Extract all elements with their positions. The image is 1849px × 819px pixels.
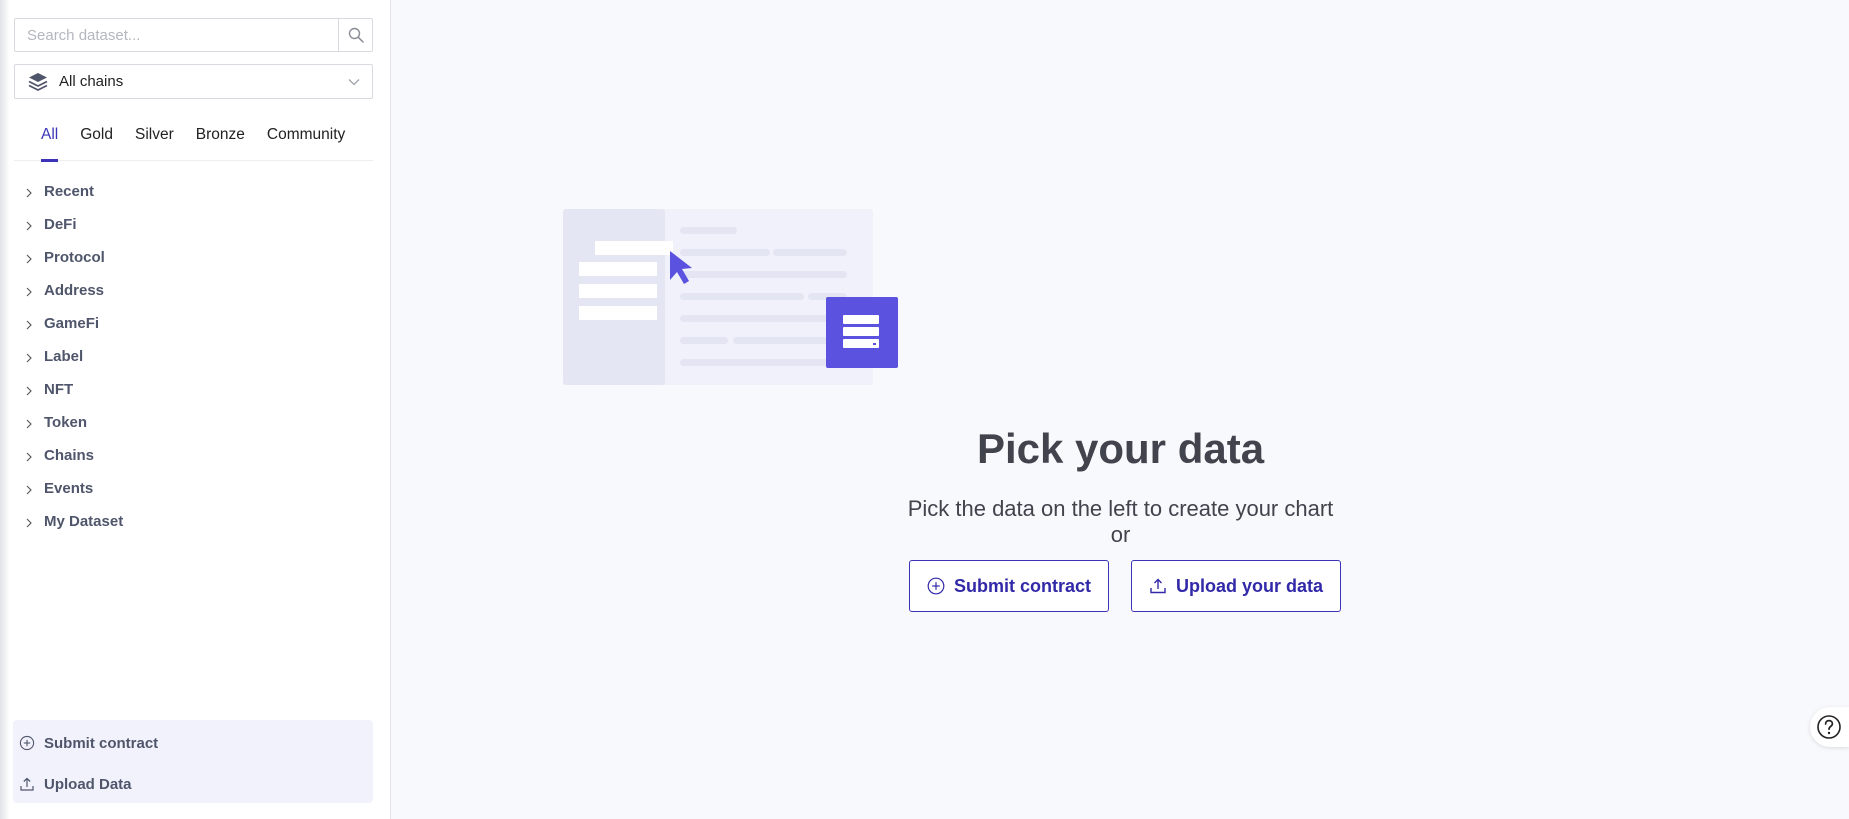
empty-state-title: Pick your data	[976, 425, 1265, 472]
tab-bronze[interactable]: Bronze	[196, 118, 245, 161]
tree-item-label: NFT	[44, 381, 74, 398]
tree-item-label: My Dataset	[44, 513, 124, 530]
tree-item-label: Address	[44, 282, 105, 299]
help-button[interactable]	[1810, 707, 1849, 747]
search-icon	[348, 27, 364, 43]
tab-all[interactable]: All	[41, 118, 59, 162]
chevron-right-icon	[14, 284, 44, 297]
tree-item-label: GameFi	[44, 315, 100, 332]
chevron-right-icon	[14, 317, 44, 330]
chevron-right-icon	[14, 416, 44, 429]
tree-item-recent[interactable]: Recent	[14, 175, 373, 208]
chevron-right-icon	[14, 383, 44, 396]
tree-item-label: DeFi	[44, 216, 77, 233]
tree-item-events[interactable]: Events	[14, 472, 373, 505]
tree-item-my-dataset[interactable]: My Dataset	[14, 505, 373, 538]
dataset-sidebar: All chains All Gold Silver Bronze Commun…	[0, 0, 391, 819]
submit-contract-button[interactable]: Submit contract	[909, 560, 1110, 612]
empty-state-actions: Submit contract Upload your data	[909, 560, 1363, 612]
submit-contract-label: Submit contract	[954, 575, 1092, 596]
sidebar-submit-contract-label: Submit contract	[44, 734, 159, 752]
tree-item-chains[interactable]: Chains	[14, 439, 373, 472]
tree-item-label: Protocol	[44, 249, 105, 266]
tree-item-label: Chains	[44, 447, 95, 464]
sidebar-upload-data-button[interactable]: Upload Data	[13, 766, 373, 802]
sidebar-bottom-actions: Submit contract Upload Data	[13, 720, 373, 803]
empty-state-description: Pick the data on the left to create your…	[392, 496, 1849, 548]
tab-gold[interactable]: Gold	[80, 118, 113, 161]
upload-icon	[20, 777, 34, 791]
question-circle-icon	[1817, 715, 1841, 739]
tree-item-defi[interactable]: DeFi	[14, 208, 373, 241]
search-button[interactable]	[338, 19, 372, 51]
layers-icon	[28, 72, 48, 91]
tree-item-protocol[interactable]: Protocol	[14, 241, 373, 274]
pick-data-illustration	[563, 209, 898, 385]
dataset-search	[14, 18, 373, 52]
dataset-tier-tabs: All Gold Silver Bronze Community	[14, 118, 373, 162]
sidebar-submit-contract-button[interactable]: Submit contract	[13, 725, 373, 761]
tab-community[interactable]: Community	[267, 118, 345, 161]
empty-state-description-line: Pick the data on the left to create your…	[907, 496, 1334, 521]
chevron-right-icon	[14, 185, 44, 198]
tree-item-label-category[interactable]: Label	[14, 340, 373, 373]
tree-item-nft[interactable]: NFT	[14, 373, 373, 406]
upload-icon	[1150, 578, 1166, 594]
tree-item-label: Events	[44, 480, 94, 497]
tree-item-token[interactable]: Token	[14, 406, 373, 439]
chevron-right-icon	[14, 482, 44, 495]
dataset-category-tree: Recent DeFi Protocol Address GameFi Labe…	[14, 175, 373, 538]
chevron-right-icon	[14, 515, 44, 528]
tree-item-label: Token	[44, 414, 88, 431]
chain-select[interactable]: All chains	[14, 64, 373, 99]
tab-silver[interactable]: Silver	[135, 118, 174, 161]
chevron-right-icon	[14, 218, 44, 231]
empty-state-or-text: or	[1110, 522, 1131, 547]
chain-select-value: All chains	[59, 73, 124, 90]
upload-your-data-button[interactable]: Upload your data	[1131, 560, 1342, 612]
tree-item-label: Label	[44, 348, 84, 365]
plus-circle-icon	[927, 577, 945, 595]
tree-item-address[interactable]: Address	[14, 274, 373, 307]
chart-workspace	[392, 0, 1849, 819]
upload-your-data-label: Upload your data	[1176, 575, 1324, 596]
sidebar-upload-data-label: Upload Data	[44, 775, 132, 793]
chevron-right-icon	[14, 449, 44, 462]
window-edge-shadow	[0, 0, 10, 819]
plus-circle-icon	[19, 735, 35, 751]
dataset-search-input[interactable]	[15, 19, 338, 51]
tree-item-label: Recent	[44, 183, 95, 200]
chevron-right-icon	[14, 251, 44, 264]
tree-item-gamefi[interactable]: GameFi	[14, 307, 373, 340]
chevron-down-icon	[348, 78, 360, 85]
chevron-right-icon	[14, 350, 44, 363]
